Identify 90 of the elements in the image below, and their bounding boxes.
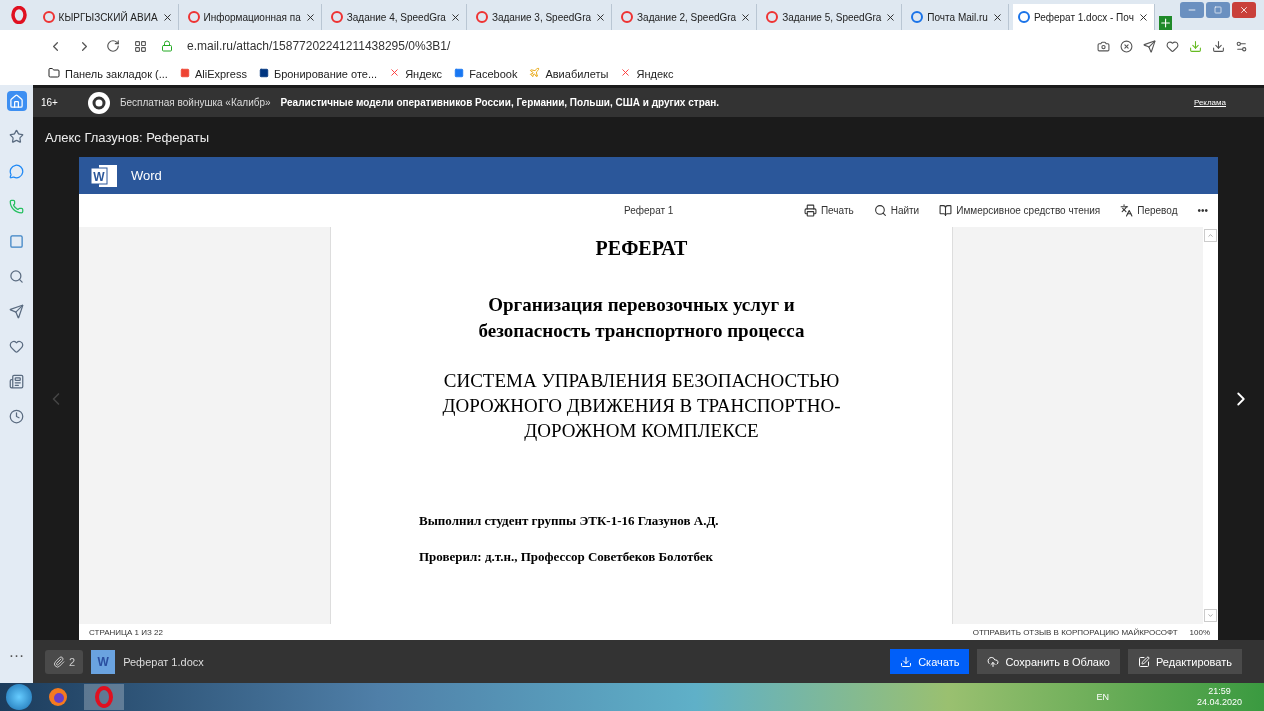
home-icon[interactable] [6,91,27,111]
download-icon [900,655,913,668]
close-icon[interactable] [304,11,316,23]
paperclip-icon [53,655,65,668]
maximize-icon [1214,6,1222,14]
tab-title: Задание 3, SpeedGra [491,11,592,23]
favicon-icon [1017,11,1030,23]
topic-line: СИСТЕМА УПРАВЛЕНИЯ БЕЗОПАСНОСТЬЮ [442,369,841,394]
favicon-icon [330,11,343,23]
new-tab-icon[interactable] [1158,16,1172,30]
document-name: Реферат 1 [624,205,674,216]
ad-banner[interactable]: 16+ Бесплатная войнушка «Калибр» Реалистичные модели оперативников России, Германии, Польши, США и других стран. Реклама [33,88,1264,117]
close-button[interactable] [1232,2,1256,18]
tab-title: Почта Mail.ru [927,11,988,23]
ad-text: Реалистичные модели оперативников России, Германии, Польши, США и других стран. [280,97,720,108]
grid-icon[interactable] [134,39,147,53]
favicon-icon [187,11,200,23]
cloud-upload-icon [987,655,1000,668]
age-rating: 16+ [41,97,58,108]
tab-title: КЫРГЫЗСКИЙ АВИА [58,11,158,23]
zoom-level[interactable]: 100% [1189,627,1210,637]
tab-title: Задание 4, SpeedGra [346,11,446,23]
attachments-button[interactable]: 2 [45,649,84,674]
plane-icon [529,67,541,80]
settings-icon[interactable] [1235,39,1248,53]
reload-icon[interactable] [106,39,120,53]
tab-title: Задание 2, SpeedGra [637,11,737,23]
browser-tab[interactable]: Реферат 1.docx - Поч [1012,4,1155,30]
start-button[interactable] [6,684,32,710]
favicon-icon [42,11,55,23]
bookmark-link[interactable]: Яндекс [405,67,443,80]
send-icon[interactable] [1143,39,1156,53]
folder-icon [48,66,60,81]
lock-icon [161,40,173,52]
tab-title: Реферат 1.docx - Поч [1033,11,1134,23]
subtitle-line: безопасность транспортного процесса [477,318,806,343]
printer-icon [803,204,817,217]
bookmark-link[interactable]: Авиабилеты [545,67,609,80]
close-icon [1239,5,1249,15]
close-icon[interactable] [449,11,461,23]
tab-title: Задание 5, SpeedGra [782,11,882,23]
more-button[interactable]: ••• [1197,205,1208,216]
search-icon [873,204,887,217]
bookmark-link[interactable]: Панель закладок (... [65,67,168,80]
action-button[interactable]: Редактировать [1128,649,1242,674]
favicon-icon [475,11,488,23]
toolbar-button[interactable]: Найти [873,204,920,217]
favicon-icon [911,11,924,23]
close-icon[interactable] [595,11,607,23]
favicon-icon [766,11,779,23]
heart-icon[interactable] [1166,39,1179,53]
action-button[interactable]: Сохранить в Облако [977,649,1120,674]
app-name: Word [131,168,162,183]
download-icon[interactable] [1212,39,1225,53]
more-button[interactable]: … [8,643,25,661]
file-name: Реферат 1.docx [123,655,204,668]
close-icon[interactable] [740,11,752,23]
bookmark-link[interactable]: Бронирование оте... [273,67,378,80]
bookmark-link[interactable]: Facebook [469,67,518,80]
word-file-icon: W [91,649,116,674]
ad-label[interactable]: Реклама [1193,98,1226,107]
document-heading: РЕФЕРАТ [594,237,689,260]
edit-icon [1138,655,1150,668]
viewer-title: Алекс Глазунов: Рефераты [45,129,209,145]
close-icon[interactable] [991,11,1003,23]
ad-title: Бесплатная войнушка «Калибр» [119,97,271,108]
address-field[interactable]: e.mail.ru/attach/15877202241211438295/0%3B1/ [187,39,451,53]
tab-title: Информационная па [203,11,301,23]
feedback-link[interactable]: ОТПРАВИТЬ ОТЗЫВ В КОРПОРАЦИЮ МАЙКРОСОФТ [972,627,1178,637]
toolbar-button[interactable]: Иммерсивное средство чтения [939,204,1101,217]
close-icon[interactable] [161,11,173,23]
close-icon[interactable] [1137,11,1149,23]
ad-logo-icon [87,91,110,114]
favicon-icon [621,11,634,23]
credit-line: Выполнил студент группы ЭТК-1-16 Глазунов А.Д. [418,513,720,530]
subtitle-line: Организация перевозочных услуг и [487,293,796,317]
close-icon[interactable] [885,11,897,23]
page-counter: СТРАНИЦА 1 ИЗ 22 [89,627,163,637]
topic-line: ДОРОЖНОМ КОМПЛЕКСЕ [523,418,760,443]
block-icon[interactable] [1120,39,1133,53]
translate-icon [1120,204,1134,217]
camera-icon[interactable] [1097,39,1110,53]
bookmark-link[interactable]: AliExpress [194,67,247,80]
topic-line: ДОРОЖНОГО ДВИЖЕНИЯ В ТРАНСПОРТНО- [441,393,842,418]
action-button[interactable]: Скачать [890,649,970,674]
credit-line: Проверил: д.т.н., Профессор Советбеков Болотбек [418,549,715,566]
toolbar-button[interactable]: Печать [803,204,854,217]
book-icon [939,204,953,217]
bookmark-link[interactable]: Яндекс [636,67,674,80]
toolbar-button[interactable]: Перевод [1120,204,1178,217]
